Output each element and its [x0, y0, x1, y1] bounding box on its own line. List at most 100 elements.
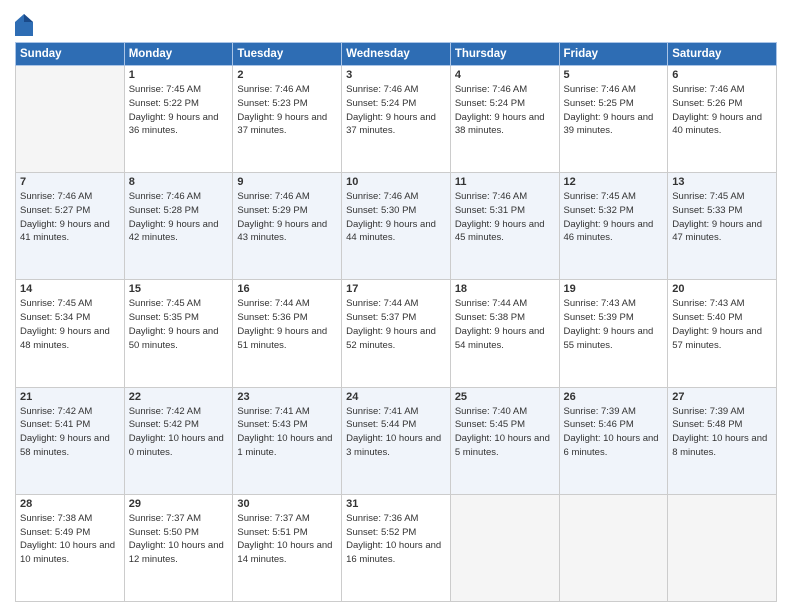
calendar-week-row: 21Sunrise: 7:42 AMSunset: 5:41 PMDayligh…: [16, 387, 777, 494]
day-info: Sunrise: 7:42 AMSunset: 5:41 PMDaylight:…: [20, 405, 120, 460]
day-number: 26: [564, 391, 664, 403]
calendar-cell: 28 Sunrise: 7:38 AMSunset: 5:49 PMDayligh…: [16, 494, 125, 601]
calendar-cell: [450, 494, 559, 601]
day-info: Sunrise: 7:46 AMSunset: 5:28 PMDaylight:…: [129, 190, 229, 245]
calendar-header-saturday: Saturday: [668, 43, 777, 66]
page: SundayMondayTuesdayWednesdayThursdayFrid…: [0, 0, 792, 612]
calendar-cell: 4 Sunrise: 7:46 AMSunset: 5:24 PMDaylight…: [450, 66, 559, 173]
day-number: 23: [237, 391, 337, 403]
calendar-header-wednesday: Wednesday: [342, 43, 451, 66]
calendar-cell: [559, 494, 668, 601]
calendar-table: SundayMondayTuesdayWednesdayThursdayFrid…: [15, 42, 777, 602]
day-info: Sunrise: 7:46 AMSunset: 5:24 PMDaylight:…: [346, 83, 446, 138]
day-number: 4: [455, 69, 555, 81]
calendar-cell: 7 Sunrise: 7:46 AMSunset: 5:27 PMDaylight…: [16, 173, 125, 280]
calendar-cell: 26 Sunrise: 7:39 AMSunset: 5:46 PMDayligh…: [559, 387, 668, 494]
calendar-cell: 22 Sunrise: 7:42 AMSunset: 5:42 PMDayligh…: [124, 387, 233, 494]
calendar-week-row: 14Sunrise: 7:45 AMSunset: 5:34 PMDayligh…: [16, 280, 777, 387]
day-number: 19: [564, 283, 664, 295]
calendar-cell: 19 Sunrise: 7:43 AMSunset: 5:39 PMDayligh…: [559, 280, 668, 387]
calendar-header-sunday: Sunday: [16, 43, 125, 66]
day-number: 8: [129, 176, 229, 188]
day-number: 30: [237, 498, 337, 510]
day-info: Sunrise: 7:39 AMSunset: 5:48 PMDaylight:…: [672, 405, 772, 460]
day-info: Sunrise: 7:43 AMSunset: 5:39 PMDaylight:…: [564, 297, 664, 352]
calendar-header-tuesday: Tuesday: [233, 43, 342, 66]
day-number: 18: [455, 283, 555, 295]
day-info: Sunrise: 7:43 AMSunset: 5:40 PMDaylight:…: [672, 297, 772, 352]
day-info: Sunrise: 7:45 AMSunset: 5:22 PMDaylight:…: [129, 83, 229, 138]
calendar-cell: 17 Sunrise: 7:44 AMSunset: 5:37 PMDayligh…: [342, 280, 451, 387]
day-number: 14: [20, 283, 120, 295]
day-number: 25: [455, 391, 555, 403]
day-number: 2: [237, 69, 337, 81]
day-number: 22: [129, 391, 229, 403]
day-info: Sunrise: 7:45 AMSunset: 5:32 PMDaylight:…: [564, 190, 664, 245]
day-number: 13: [672, 176, 772, 188]
calendar-cell: [16, 66, 125, 173]
day-info: Sunrise: 7:44 AMSunset: 5:36 PMDaylight:…: [237, 297, 337, 352]
logo: [15, 14, 35, 36]
calendar-cell: 2Sunrise: 7:46 AMSunset: 5:23 PMDaylight…: [233, 66, 342, 173]
day-number: 29: [129, 498, 229, 510]
day-number: 1: [129, 69, 229, 81]
calendar-cell: 8 Sunrise: 7:46 AMSunset: 5:28 PMDaylight…: [124, 173, 233, 280]
day-number: 7: [20, 176, 120, 188]
day-info: Sunrise: 7:46 AMSunset: 5:30 PMDaylight:…: [346, 190, 446, 245]
calendar-cell: [668, 494, 777, 601]
day-info: Sunrise: 7:46 AMSunset: 5:25 PMDaylight:…: [564, 83, 664, 138]
calendar-header-row: SundayMondayTuesdayWednesdayThursdayFrid…: [16, 43, 777, 66]
day-number: 6: [672, 69, 772, 81]
day-number: 20: [672, 283, 772, 295]
day-info: Sunrise: 7:42 AMSunset: 5:42 PMDaylight:…: [129, 405, 229, 460]
calendar-cell: 11 Sunrise: 7:46 AMSunset: 5:31 PMDayligh…: [450, 173, 559, 280]
day-info: Sunrise: 7:46 AMSunset: 5:24 PMDaylight:…: [455, 83, 555, 138]
day-info: Sunrise: 7:45 AMSunset: 5:35 PMDaylight:…: [129, 297, 229, 352]
calendar-header-friday: Friday: [559, 43, 668, 66]
day-number: 17: [346, 283, 446, 295]
day-info: Sunrise: 7:45 AMSunset: 5:33 PMDaylight:…: [672, 190, 772, 245]
day-number: 9: [237, 176, 337, 188]
calendar-cell: 20 Sunrise: 7:43 AMSunset: 5:40 PMDayligh…: [668, 280, 777, 387]
day-number: 3: [346, 69, 446, 81]
calendar-cell: 29 Sunrise: 7:37 AMSunset: 5:50 PMDayligh…: [124, 494, 233, 601]
calendar-cell: 21Sunrise: 7:42 AMSunset: 5:41 PMDayligh…: [16, 387, 125, 494]
calendar-week-row: 7 Sunrise: 7:46 AMSunset: 5:27 PMDaylight…: [16, 173, 777, 280]
logo-icon: [15, 14, 33, 36]
day-info: Sunrise: 7:46 AMSunset: 5:27 PMDaylight:…: [20, 190, 120, 245]
day-number: 28: [20, 498, 120, 510]
calendar-cell: 9 Sunrise: 7:46 AMSunset: 5:29 PMDaylight…: [233, 173, 342, 280]
calendar-cell: 3 Sunrise: 7:46 AMSunset: 5:24 PMDaylight…: [342, 66, 451, 173]
calendar-cell: 5 Sunrise: 7:46 AMSunset: 5:25 PMDaylight…: [559, 66, 668, 173]
header: [15, 10, 777, 36]
day-info: Sunrise: 7:37 AMSunset: 5:50 PMDaylight:…: [129, 512, 229, 567]
calendar-cell: 30Sunrise: 7:37 AMSunset: 5:51 PMDayligh…: [233, 494, 342, 601]
day-number: 11: [455, 176, 555, 188]
day-info: Sunrise: 7:40 AMSunset: 5:45 PMDaylight:…: [455, 405, 555, 460]
calendar-cell: 10Sunrise: 7:46 AMSunset: 5:30 PMDayligh…: [342, 173, 451, 280]
day-info: Sunrise: 7:46 AMSunset: 5:31 PMDaylight:…: [455, 190, 555, 245]
day-info: Sunrise: 7:39 AMSunset: 5:46 PMDaylight:…: [564, 405, 664, 460]
calendar-week-row: 28 Sunrise: 7:38 AMSunset: 5:49 PMDayligh…: [16, 494, 777, 601]
calendar-cell: 1 Sunrise: 7:45 AMSunset: 5:22 PMDaylight…: [124, 66, 233, 173]
day-info: Sunrise: 7:44 AMSunset: 5:38 PMDaylight:…: [455, 297, 555, 352]
day-number: 5: [564, 69, 664, 81]
calendar-cell: 6 Sunrise: 7:46 AMSunset: 5:26 PMDaylight…: [668, 66, 777, 173]
day-number: 15: [129, 283, 229, 295]
day-info: Sunrise: 7:46 AMSunset: 5:26 PMDaylight:…: [672, 83, 772, 138]
calendar-cell: 16 Sunrise: 7:44 AMSunset: 5:36 PMDayligh…: [233, 280, 342, 387]
day-info: Sunrise: 7:44 AMSunset: 5:37 PMDaylight:…: [346, 297, 446, 352]
day-number: 27: [672, 391, 772, 403]
calendar-cell: 12Sunrise: 7:45 AMSunset: 5:32 PMDayligh…: [559, 173, 668, 280]
day-info: Sunrise: 7:36 AMSunset: 5:52 PMDaylight:…: [346, 512, 446, 567]
calendar-header-monday: Monday: [124, 43, 233, 66]
calendar-week-row: 1 Sunrise: 7:45 AMSunset: 5:22 PMDaylight…: [16, 66, 777, 173]
calendar-cell: 25 Sunrise: 7:40 AMSunset: 5:45 PMDayligh…: [450, 387, 559, 494]
calendar-cell: 23Sunrise: 7:41 AMSunset: 5:43 PMDayligh…: [233, 387, 342, 494]
calendar-cell: 31 Sunrise: 7:36 AMSunset: 5:52 PMDayligh…: [342, 494, 451, 601]
day-info: Sunrise: 7:46 AMSunset: 5:29 PMDaylight:…: [237, 190, 337, 245]
day-info: Sunrise: 7:38 AMSunset: 5:49 PMDaylight:…: [20, 512, 120, 567]
day-number: 16: [237, 283, 337, 295]
day-number: 31: [346, 498, 446, 510]
calendar-cell: 27 Sunrise: 7:39 AMSunset: 5:48 PMDayligh…: [668, 387, 777, 494]
